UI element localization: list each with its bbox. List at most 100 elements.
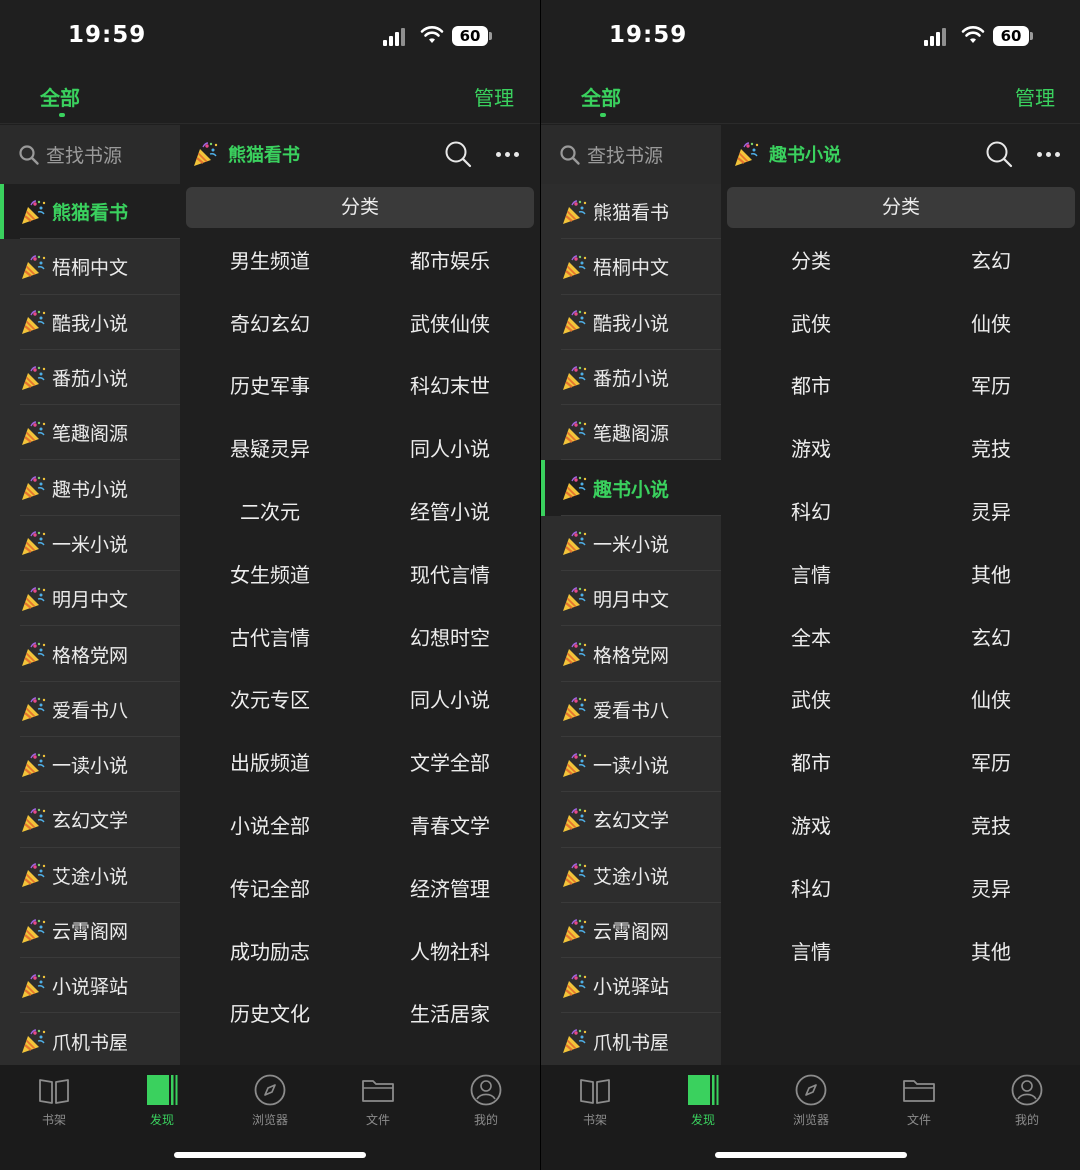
category-item[interactable]: 青春文学 xyxy=(360,810,540,839)
category-item[interactable]: 言情 xyxy=(721,559,901,588)
sidebar-item[interactable]: 一米小说 xyxy=(541,515,721,572)
nav-discover[interactable]: 发现 xyxy=(127,1073,197,1128)
sidebar-item[interactable]: 玄幻文学 xyxy=(0,792,180,848)
nav-browser[interactable]: 浏览器 xyxy=(776,1073,846,1128)
sidebar-item[interactable]: 玄幻文学 xyxy=(541,792,721,848)
category-item[interactable]: 经管小说 xyxy=(360,496,540,525)
sidebar-item[interactable]: 云霄阁网 xyxy=(541,902,721,959)
sidebar-item[interactable]: 爱看书八 xyxy=(541,681,721,738)
nav-discover[interactable]: 发现 xyxy=(668,1073,738,1128)
tab-all[interactable]: 全部 xyxy=(581,82,621,111)
category-item[interactable]: 武侠 xyxy=(721,684,901,713)
sidebar-item[interactable]: 笔趣阁源 xyxy=(541,405,721,461)
category-item[interactable]: 成功励志 xyxy=(180,936,360,965)
category-item[interactable]: 同人小说 xyxy=(360,684,540,713)
sidebar-item[interactable]: 小说驿站 xyxy=(541,958,721,1014)
sidebar-item[interactable]: 格格党网 xyxy=(541,626,721,682)
category-item[interactable]: 生活居家 xyxy=(360,998,540,1027)
category-item[interactable]: 科幻 xyxy=(721,496,901,525)
manage-button[interactable]: 管理 xyxy=(474,82,514,111)
category-item[interactable]: 灵异 xyxy=(901,496,1080,525)
category-item[interactable]: 其他 xyxy=(901,936,1080,965)
nav-mine[interactable]: 我的 xyxy=(451,1073,521,1128)
source-search[interactable]: 查找书源 xyxy=(541,125,721,184)
category-item[interactable]: 都市娱乐 xyxy=(360,245,540,274)
category-item[interactable]: 玄幻 xyxy=(901,622,1080,651)
category-item[interactable]: 文学全部 xyxy=(360,747,540,776)
category-item[interactable]: 其他 xyxy=(901,559,1080,588)
category-item[interactable]: 军历 xyxy=(901,747,1080,776)
sidebar-item[interactable]: 云霄阁网 xyxy=(0,902,180,959)
nav-files[interactable]: 文件 xyxy=(343,1073,413,1128)
category-item[interactable]: 次元专区 xyxy=(180,684,360,713)
sidebar-item[interactable]: 趣书小说 xyxy=(0,460,180,517)
category-item[interactable]: 言情 xyxy=(721,936,901,965)
category-item[interactable]: 经济管理 xyxy=(360,873,540,902)
category-item[interactable]: 历史文化 xyxy=(180,998,360,1027)
sidebar-item[interactable]: 格格党网 xyxy=(0,626,180,682)
nav-bookshelf[interactable]: 书架 xyxy=(560,1073,630,1128)
category-item[interactable]: 科幻 xyxy=(721,873,901,902)
category-item[interactable]: 游戏 xyxy=(721,810,901,839)
category-item[interactable]: 武侠仙侠 xyxy=(360,308,540,337)
nav-browser[interactable]: 浏览器 xyxy=(235,1073,305,1128)
sidebar-item[interactable]: 番茄小说 xyxy=(541,349,721,406)
search-icon[interactable] xyxy=(985,140,1013,168)
sidebar-item[interactable]: 一读小说 xyxy=(0,736,180,793)
category-item[interactable]: 都市 xyxy=(721,370,901,399)
category-item[interactable]: 幻想时空 xyxy=(360,622,540,651)
sidebar-item[interactable]: 爱看书八 xyxy=(0,681,180,738)
more-icon[interactable] xyxy=(1037,152,1064,157)
sidebar-item[interactable]: 一米小说 xyxy=(0,515,180,572)
sidebar-item[interactable]: 爪机书屋 xyxy=(0,1013,180,1065)
category-item[interactable]: 灵异 xyxy=(901,873,1080,902)
tab-all[interactable]: 全部 xyxy=(40,82,80,111)
sidebar-item[interactable]: 明月中文 xyxy=(541,571,721,627)
manage-button[interactable]: 管理 xyxy=(1015,82,1055,111)
sidebar-item[interactable]: 熊猫看书 xyxy=(0,184,180,240)
category-item[interactable]: 玄幻 xyxy=(901,245,1080,274)
category-item[interactable]: 仙侠 xyxy=(901,684,1080,713)
sidebar-item[interactable]: 梧桐中文 xyxy=(0,239,180,295)
category-item[interactable]: 历史军事 xyxy=(180,370,360,399)
sidebar-item[interactable]: 爪机书屋 xyxy=(541,1013,721,1065)
sidebar-item[interactable]: 艾途小说 xyxy=(0,847,180,904)
sidebar-item[interactable]: 番茄小说 xyxy=(0,349,180,406)
category-item[interactable]: 都市 xyxy=(721,747,901,776)
more-icon[interactable] xyxy=(496,152,523,157)
category-item[interactable]: 古代言情 xyxy=(180,622,360,651)
category-item[interactable]: 仙侠 xyxy=(901,308,1080,337)
category-item[interactable]: 武侠 xyxy=(721,308,901,337)
category-item[interactable]: 小说全部 xyxy=(180,810,360,839)
category-item[interactable]: 游戏 xyxy=(721,433,901,462)
nav-bookshelf[interactable]: 书架 xyxy=(19,1073,89,1128)
category-item[interactable]: 竞技 xyxy=(901,810,1080,839)
sidebar-item[interactable]: 笔趣阁源 xyxy=(0,405,180,461)
nav-files[interactable]: 文件 xyxy=(884,1073,954,1128)
sidebar-item[interactable]: 熊猫看书 xyxy=(541,184,721,240)
sidebar-item[interactable]: 小说驿站 xyxy=(0,958,180,1014)
category-item[interactable]: 悬疑灵异 xyxy=(180,433,360,462)
category-item[interactable]: 现代言情 xyxy=(360,559,540,588)
category-item[interactable]: 竞技 xyxy=(901,433,1080,462)
category-item[interactable]: 男生频道 xyxy=(180,245,360,274)
sidebar-item[interactable]: 酷我小说 xyxy=(541,294,721,351)
category-item[interactable]: 军历 xyxy=(901,370,1080,399)
category-item[interactable]: 科幻末世 xyxy=(360,370,540,399)
category-item[interactable]: 同人小说 xyxy=(360,433,540,462)
category-item[interactable]: 二次元 xyxy=(180,496,360,525)
category-item[interactable]: 分类 xyxy=(721,245,901,274)
nav-mine[interactable]: 我的 xyxy=(992,1073,1062,1128)
category-item[interactable]: 奇幻玄幻 xyxy=(180,308,360,337)
sidebar-item[interactable]: 艾途小说 xyxy=(541,847,721,904)
category-item[interactable]: 女生频道 xyxy=(180,559,360,588)
sidebar-item[interactable]: 酷我小说 xyxy=(0,294,180,351)
sidebar-item[interactable]: 明月中文 xyxy=(0,571,180,627)
category-item[interactable]: 传记全部 xyxy=(180,873,360,902)
sidebar-item[interactable]: 趣书小说 xyxy=(541,460,721,517)
category-item[interactable]: 出版频道 xyxy=(180,747,360,776)
source-search[interactable]: 查找书源 xyxy=(0,125,180,184)
sidebar-item[interactable]: 一读小说 xyxy=(541,736,721,793)
search-icon[interactable] xyxy=(444,140,472,168)
category-item[interactable]: 全本 xyxy=(721,622,901,651)
